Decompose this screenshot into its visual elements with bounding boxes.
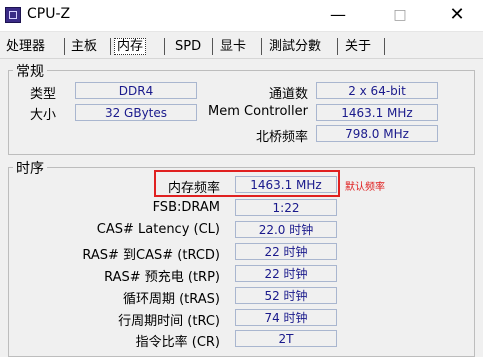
- tab-label: 显卡: [220, 39, 247, 54]
- northbridge-label: 北桥频率: [255, 130, 308, 145]
- general-group-title: 常规: [13, 61, 47, 81]
- tab-separator: [64, 38, 65, 55]
- tab-label: 内存: [114, 38, 147, 55]
- type-value: DDR4: [75, 82, 197, 99]
- tras-label: 循环周期 (tRAS): [122, 292, 220, 307]
- timings-group-title: 时序: [13, 158, 47, 178]
- cpuz-app-icon: [5, 7, 21, 23]
- tab-label: 处理器: [6, 39, 46, 54]
- command-rate-value: 2T: [235, 330, 337, 347]
- mem-controller-value: 1463.1 MHz: [316, 104, 438, 121]
- tab-separator: [212, 38, 213, 55]
- trc-value: 74 时钟: [235, 309, 337, 326]
- tab-separator: [110, 38, 111, 55]
- type-label: 类型: [30, 87, 57, 102]
- fsb-dram-label: FSB:DRAM: [152, 200, 220, 215]
- tab-label: 主板: [71, 39, 98, 54]
- cas-latency-label: CAS# Latency (CL): [96, 222, 220, 237]
- tab-processor[interactable]: 处理器: [6, 35, 45, 59]
- maximize-button[interactable]: □: [385, 4, 415, 26]
- tab-memory[interactable]: 内存: [114, 35, 147, 59]
- window-title: CPU-Z: [27, 6, 71, 22]
- tab-spd[interactable]: SPD: [175, 35, 201, 59]
- tab-graphics[interactable]: 显卡: [220, 35, 246, 59]
- fsb-dram-value: 1:22: [235, 199, 337, 216]
- channels-label: 通道数: [268, 87, 308, 102]
- cas-latency-value: 22.0 时钟: [235, 221, 337, 238]
- tab-divider: [0, 58, 483, 59]
- size-label: 大小: [30, 108, 57, 123]
- trcd-value: 22 时钟: [235, 243, 337, 260]
- trp-label: RAS# 预充电 (tRP): [104, 270, 220, 285]
- tab-separator: [384, 38, 385, 55]
- tras-value: 52 时钟: [235, 287, 337, 304]
- tab-separator: [261, 38, 262, 55]
- frequency-highlight-box: [154, 170, 340, 197]
- tab-label: 关于: [345, 39, 372, 54]
- close-button[interactable]: ✕: [442, 4, 472, 26]
- channels-value: 2 x 64-bit: [316, 82, 438, 99]
- title-bar: CPU-Z — □ ✕: [0, 0, 483, 32]
- trcd-label: RAS# 到CAS# (tRCD): [82, 248, 220, 263]
- tab-bench[interactable]: 測試分數: [269, 35, 321, 59]
- tab-label: SPD: [175, 39, 202, 54]
- tab-mainboard[interactable]: 主板: [71, 35, 97, 59]
- tab-label: 測試分數: [269, 39, 322, 54]
- minimize-button[interactable]: —: [323, 4, 353, 26]
- tab-separator: [164, 38, 165, 55]
- trc-label: 行周期时间 (tRC): [118, 314, 220, 329]
- tab-about[interactable]: 关于: [345, 35, 371, 59]
- northbridge-value: 798.0 MHz: [316, 125, 438, 142]
- tab-separator: [337, 38, 338, 55]
- trp-value: 22 时钟: [235, 265, 337, 282]
- mem-controller-label: Mem Controller: [208, 104, 308, 119]
- size-value: 32 GBytes: [75, 104, 197, 121]
- default-frequency-annotation: 默认频率: [345, 182, 385, 193]
